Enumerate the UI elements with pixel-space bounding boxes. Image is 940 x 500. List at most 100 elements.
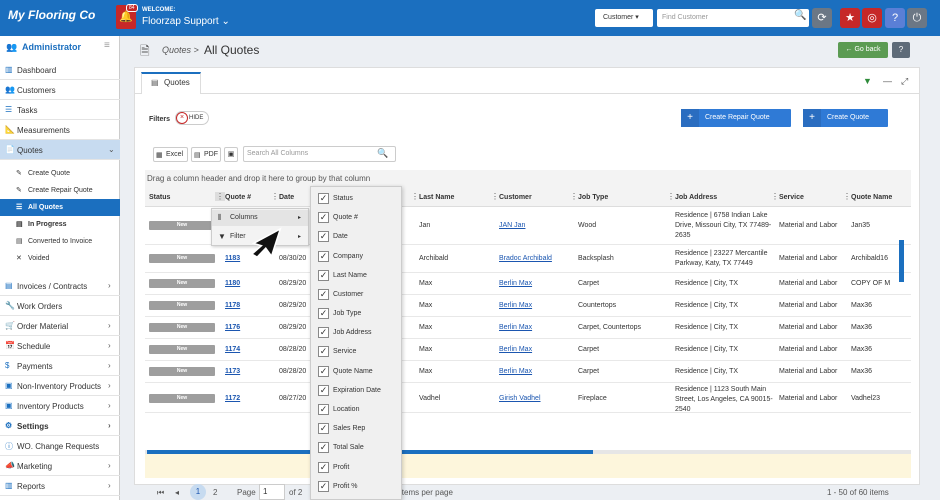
customer-link[interactable]: Berlin Max [495,279,532,289]
sidebar-item-dashboard[interactable]: ▥ Dashboard [0,60,120,80]
sidebar-item-quotes[interactable]: 📄 Quotes ⌄ [0,140,120,160]
customer-link[interactable]: Berlin Max [495,301,532,311]
sidebar-sub-converted[interactable]: ▤ Converted to Invoice [0,233,120,250]
table-row[interactable]: New 1174 08/28/20 Max Berlin Max Carpet … [145,339,911,361]
minimize-icon[interactable]: — [883,76,892,86]
help-icon[interactable]: ? [885,8,905,28]
checkbox-checked-icon[interactable]: ✓ [318,442,329,453]
prev-page-icon[interactable]: ◂ [175,488,179,497]
create-quote-button[interactable]: + Create Quote [803,109,888,127]
sidebar-item-work-orders[interactable]: 🔧 Work Orders [0,296,120,316]
checkbox-checked-icon[interactable]: ✓ [318,308,329,319]
sidebar-item-inventory[interactable]: ▣ Inventory Products › [0,396,120,416]
brand-logo[interactable]: My Flooring Co [8,8,95,22]
column-toggle-quote-name[interactable]: ✓ Quote Name [311,362,401,381]
page-current[interactable]: 1 [190,484,206,500]
group-drop-area[interactable]: Drag a column header and drop it here to… [145,170,911,188]
breadcrumb[interactable]: Quotes > [162,45,199,55]
checkbox-checked-icon[interactable]: ✓ [318,327,329,338]
refresh-icon[interactable]: ⟳ [812,8,832,28]
column-toggle-job-address[interactable]: ✓ Job Address [311,323,401,342]
table-row[interactable]: New 1176 08/29/20 Max Berlin Max Carpet,… [145,317,911,339]
checkbox-checked-icon[interactable]: ✓ [318,423,329,434]
col-header-job-type[interactable]: Job Type [574,188,608,207]
customer-link[interactable]: JAN Jan [495,221,525,231]
quote-number-link[interactable]: 1172 [221,394,240,404]
table-row[interactable]: New 1172 08/27/20 Vadhel Girish Vadhel F… [145,383,911,413]
sidebar-item-tasks[interactable]: ☰ Tasks [0,100,120,120]
column-toggle-profit-pct[interactable]: ✓ Profit % [311,477,401,496]
quote-number-link[interactable]: 1180 [221,279,240,289]
sidebar-item-measurements[interactable]: 📐 Measurements [0,120,120,140]
search-icon[interactable]: 🔍 [377,148,388,159]
customer-select[interactable]: Customer ▾ [595,9,653,27]
checkbox-checked-icon[interactable]: ✓ [318,251,329,262]
sidebar-item-order-material[interactable]: 🛒 Order Material › [0,316,120,336]
col-header-quote-name[interactable]: Quote Name [847,188,892,207]
go-back-button[interactable]: ← Go back [838,42,888,58]
column-toggle-last-name[interactable]: ✓ Last Name [311,266,401,285]
column-toggle-total-sale[interactable]: ✓ Total Sale [311,438,401,457]
checkbox-checked-icon[interactable]: ✓ [318,481,329,492]
sidebar-item-settings[interactable]: ⚙ Settings › [0,416,120,436]
quote-number-link[interactable]: 1174 [221,345,240,355]
sidebar-sub-create-quote[interactable]: ✎ Create Quote [0,165,120,182]
checkbox-checked-icon[interactable]: ✓ [318,212,329,223]
tab-quotes[interactable]: Quotes [141,72,201,94]
sidebar-item-marketing[interactable]: 📣 Marketing › [0,456,120,476]
sidebar-sub-in-progress[interactable]: ▤ In Progress [0,216,120,233]
quote-number-link[interactable]: 1178 [221,301,240,311]
vertical-scrollbar[interactable] [899,240,904,282]
export-pdf-button[interactable]: ▤ PDF [191,147,221,162]
quote-number-link[interactable]: 1173 [221,367,240,377]
column-toggle-company[interactable]: ✓ Company [311,247,401,266]
calendar-button[interactable]: ▣ [224,147,238,162]
customer-link[interactable]: Girish Vadhel [495,394,541,404]
col-header-last-name[interactable]: Last Name [415,188,454,207]
column-toggle-service[interactable]: ✓ Service [311,342,401,361]
sidebar-sub-voided[interactable]: ✕ Voided [0,250,120,267]
table-row[interactable]: New 1173 08/28/20 Max Berlin Max Carpet … [145,361,911,383]
column-toggle-date[interactable]: ✓ Date [311,227,401,246]
lifebuoy-icon[interactable]: ◎ [862,8,882,28]
col-header-quote[interactable]: Quote # [221,188,251,207]
star-icon[interactable]: ★ [840,8,860,28]
customer-link[interactable]: Berlin Max [495,367,532,377]
page-2[interactable]: 2 [213,488,217,497]
checkbox-checked-icon[interactable]: ✓ [318,366,329,377]
column-toggle-quote[interactable]: ✓ Quote # [311,208,401,227]
column-toggle-customer[interactable]: ✓ Customer [311,285,401,304]
col-header-job-address[interactable]: Job Address [671,188,717,207]
filter-icon[interactable]: ▼ [863,76,872,86]
find-customer-input[interactable]: Find Customer [657,9,809,27]
customer-link[interactable]: Berlin Max [495,345,532,355]
sidebar-item-invoices[interactable]: ▤ Invoices / Contracts › [0,276,120,296]
account-menu[interactable]: Floorzap Support ⌄ [142,16,230,27]
sidebar-sub-all-quotes[interactable]: ☰ All Quotes [0,199,120,216]
close-icon[interactable]: × [176,112,188,124]
col-header-customer[interactable]: Customer [495,188,532,207]
checkbox-checked-icon[interactable]: ✓ [318,462,329,473]
checkbox-checked-icon[interactable]: ✓ [318,270,329,281]
power-icon[interactable]: ⏻ [907,8,927,28]
checkbox-checked-icon[interactable]: ✓ [318,346,329,357]
customer-link[interactable]: Berlin Max [495,323,532,333]
export-excel-button[interactable]: ▦ Excel [153,147,188,162]
menu-toggle-icon[interactable]: ≡ [104,40,110,51]
first-page-icon[interactable]: ⏮ [157,488,164,498]
table-row[interactable]: New 1180 08/29/20 Max Berlin Max Carpet … [145,273,911,295]
table-row[interactable]: New 1178 08/29/20 Max Berlin Max Counter… [145,295,911,317]
checkbox-checked-icon[interactable]: ✓ [318,385,329,396]
column-toggle-location[interactable]: ✓ Location [311,400,401,419]
column-toggle-job-type[interactable]: ✓ Job Type [311,304,401,323]
col-header-status[interactable]: Status [145,188,170,207]
checkbox-checked-icon[interactable]: ✓ [318,289,329,300]
column-toggle-expiration[interactable]: ✓ Expiration Date [311,381,401,400]
quote-number-link[interactable]: 1176 [221,323,240,333]
column-toggle-status[interactable]: ✓ Status [311,189,401,208]
sidebar-item-payments[interactable]: $ Payments › [0,356,120,376]
sidebar-item-wo-change[interactable]: ⓘ WO. Change Requests [0,436,120,456]
help-button[interactable]: ? [892,42,910,58]
create-repair-quote-button[interactable]: + Create Repair Quote [681,109,791,127]
search-icon[interactable]: 🔍 [794,10,806,21]
